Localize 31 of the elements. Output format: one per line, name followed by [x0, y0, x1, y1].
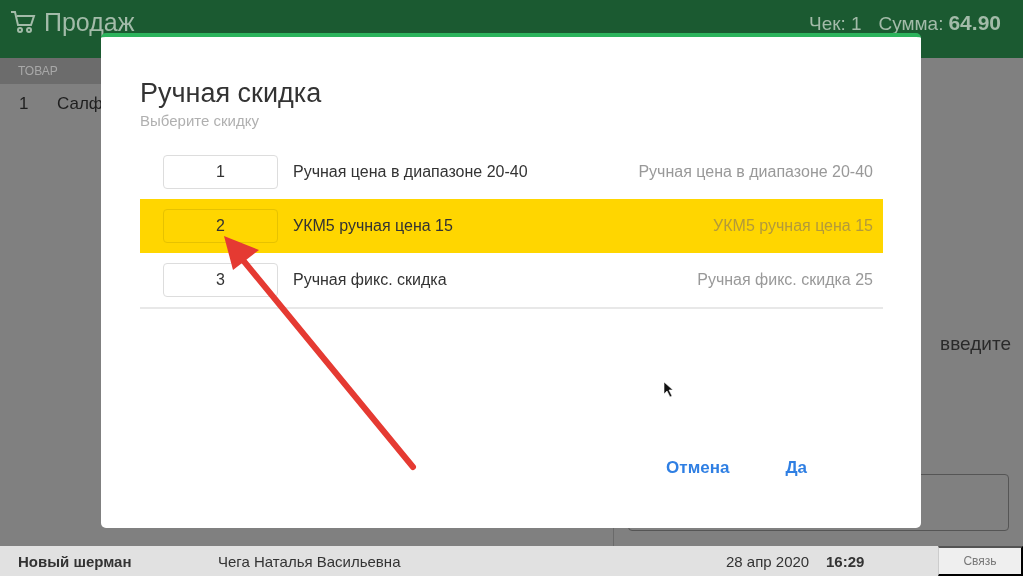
dialog-button[interactable]: Да [785, 458, 807, 478]
option-name: Ручная фикс. скидка [293, 271, 447, 289]
option-description: Ручная фикс. скидка 25 [697, 271, 873, 289]
cart-icon [10, 10, 36, 34]
dialog-button[interactable]: Отмена [666, 458, 730, 478]
cashier-name: Чега Наталья Васильевна [218, 552, 402, 570]
dialog-title: Ручная скидка [140, 78, 323, 109]
product-name: Салф [57, 94, 103, 114]
time-text: 16:29 [825, 552, 866, 570]
option-name: Ручная цена в диапазоне 20-40 [293, 163, 528, 181]
date-text: 28 апр 2020 [726, 552, 811, 570]
option-number: 3 [163, 263, 278, 297]
receipt-number: 1 [850, 12, 862, 36]
hint-text: введите [940, 333, 1011, 355]
discount-option[interactable]: 1 Ручная цена в диапазоне 20-40 Ручная цена в диапазоне 20-40 [140, 145, 883, 199]
option-name: УКМ5 ручная цена 15 [293, 217, 453, 235]
sum-value: 64.90 [948, 10, 1001, 36]
column-header: ТОВАР [18, 64, 58, 78]
discount-option[interactable]: 2 УКМ5 ручная цена 15 УКМ5 ручная цена 15 [140, 199, 883, 253]
option-number: 1 [163, 155, 278, 189]
mouse-cursor-icon [663, 381, 674, 398]
option-description: Ручная цена в диапазоне 20-40 [638, 163, 873, 181]
connection-button[interactable]: Связь [938, 546, 1023, 576]
store-name: Новый шерман [17, 552, 133, 570]
screen-title: Продаж [44, 8, 135, 36]
sum-label: Сумма: [878, 12, 944, 36]
row-index: 1 [19, 94, 30, 114]
receipt-label: Чек: [809, 12, 846, 36]
dialog-subtitle: Выберите скидку [140, 112, 260, 129]
discount-option[interactable]: 3 Ручная фикс. скидка Ручная фикс. скидка 25 [140, 253, 883, 307]
option-description: УКМ5 ручная цена 15 [713, 217, 873, 235]
